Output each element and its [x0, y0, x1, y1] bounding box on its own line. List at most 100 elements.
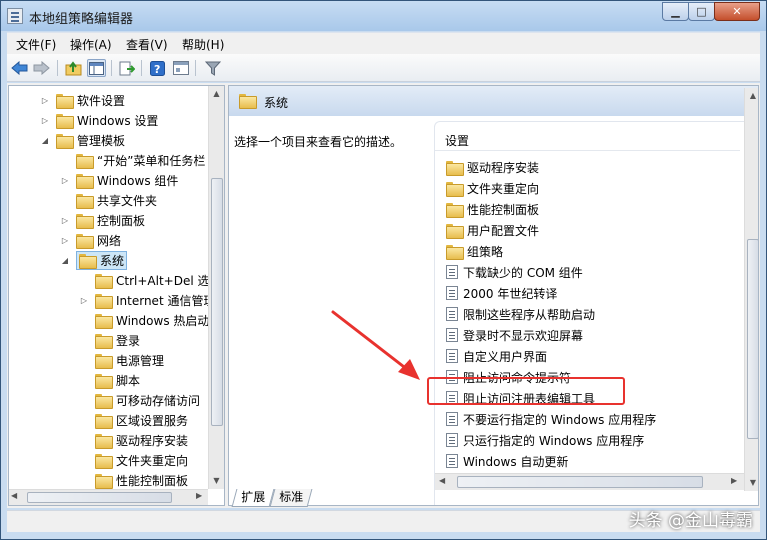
expand-triangle-icon[interactable]: ▷	[59, 236, 71, 245]
list-item-folder[interactable]: 组策略	[446, 241, 503, 261]
list-scroll-down-arrow-icon[interactable]: ▼	[745, 475, 758, 491]
expand-triangle-icon[interactable]: ▷	[78, 296, 90, 305]
export-list-button[interactable]	[117, 59, 136, 77]
tree-node[interactable]: ◢ 管理模板	[39, 130, 125, 150]
tree-node[interactable]: 文件夹重定向	[78, 450, 188, 470]
tree-node[interactable]: Windows 热启动	[78, 310, 209, 330]
back-arrow-icon	[11, 61, 28, 75]
list-item-label: Windows 自动更新	[463, 454, 569, 469]
tree-hscroll-thumb[interactable]	[27, 492, 172, 503]
list-item-policy[interactable]: 只运行指定的 Windows 应用程序	[446, 430, 644, 450]
list-item-label: 下载缺少的 COM 组件	[463, 265, 583, 280]
folder-icon	[95, 393, 113, 409]
title-bar[interactable]: 本地组策略编辑器 ▁ □ ✕	[1, 1, 766, 31]
folder-icon	[95, 453, 113, 469]
tree-node-label: 性能控制面板	[116, 473, 189, 488]
folder-icon	[79, 253, 97, 269]
menu-help[interactable]: 帮助(H)	[182, 36, 224, 53]
tree-node[interactable]: ▷ Windows 组件	[59, 170, 178, 190]
details-pane: 系统 选择一个项目来查看它的描述。 设置 驱动程序安装 文件夹重定向 性能控制面板用…	[228, 85, 759, 506]
expand-triangle-icon[interactable]: ▷	[59, 216, 71, 225]
tree-node-label: Windows 组件	[97, 173, 179, 188]
list-item-folder[interactable]: 用户配置文件	[446, 220, 539, 240]
list-scroll-left-arrow-icon[interactable]: ◀	[439, 476, 445, 485]
tree-node[interactable]: ▷ Windows 设置	[39, 110, 158, 130]
properties-button[interactable]	[171, 59, 190, 77]
expand-triangle-icon[interactable]: ▷	[39, 96, 51, 105]
collapse-triangle-icon[interactable]: ◢	[39, 136, 51, 145]
list-item-label: 组策略	[467, 244, 504, 259]
filter-button[interactable]	[203, 59, 222, 77]
list-vertical-scrollbar[interactable]: ▲ ▼	[744, 88, 758, 491]
close-button[interactable]: ✕	[714, 2, 760, 21]
forward-button[interactable]	[32, 59, 51, 77]
tree-node-label: 系统	[100, 253, 125, 268]
maximize-button[interactable]: □	[688, 2, 715, 21]
list-scroll-right-arrow-icon[interactable]: ▶	[731, 476, 737, 485]
tree-node[interactable]: Ctrl+Alt+Del 选项	[78, 270, 221, 290]
tree-node[interactable]: “开始”菜单和任务栏	[59, 150, 205, 170]
tree-node[interactable]: 性能控制面板	[78, 470, 188, 490]
menu-file[interactable]: 文件(F)	[16, 36, 56, 53]
list-scroll-thumb[interactable]	[747, 239, 758, 439]
scroll-down-arrow-icon[interactable]: ▼	[209, 473, 224, 489]
list-item-policy[interactable]: 登录时不显示欢迎屏幕	[446, 325, 583, 345]
app-icon	[7, 8, 23, 24]
expand-triangle-icon[interactable]: ▷	[39, 116, 51, 125]
collapse-triangle-icon[interactable]: ◢	[59, 256, 71, 265]
menu-view[interactable]: 查看(V)	[126, 36, 168, 53]
up-level-button[interactable]	[64, 59, 83, 77]
tree-node[interactable]: 脚本	[78, 370, 140, 390]
list-item-policy[interactable]: 下载缺少的 COM 组件	[446, 262, 583, 282]
list-item-policy[interactable]: 不要运行指定的 Windows 应用程序	[446, 409, 656, 429]
app-window: 本地组策略编辑器 ▁ □ ✕ 文件(F) 操作(A) 查看(V) 帮助(H) ?…	[0, 0, 767, 540]
tree-scroll-thumb[interactable]	[211, 178, 223, 426]
tree-node-label: Ctrl+Alt+Del 选项	[116, 273, 222, 288]
list-item-folder[interactable]: 性能控制面板	[446, 199, 539, 219]
tree-node[interactable]: ◢ 系统	[59, 250, 128, 270]
list-item-policy[interactable]: 自定义用户界面	[446, 346, 547, 366]
list-horizontal-scrollbar[interactable]: ◀ ▶	[435, 473, 744, 490]
tab-extended[interactable]: 扩展	[231, 489, 275, 507]
list-item-folder[interactable]: 驱动程序安装	[446, 157, 539, 177]
expand-triangle-icon[interactable]: ▷	[59, 176, 71, 185]
list-item-policy[interactable]: 2000 年世纪转译	[446, 283, 557, 303]
scroll-left-arrow-icon[interactable]: ◀	[11, 491, 17, 500]
toolbar: ?	[7, 54, 760, 82]
tree-node[interactable]: 可移动存储访问	[78, 390, 200, 410]
folder-icon	[446, 223, 464, 239]
column-header-settings[interactable]: 设置	[445, 132, 469, 149]
show-hide-console-tree-button[interactable]	[87, 59, 106, 77]
tree-node[interactable]: 共享文件夹	[59, 190, 157, 210]
tree-node[interactable]: 驱动程序安装	[78, 430, 188, 450]
folder-icon	[76, 153, 94, 169]
tree-vertical-scrollbar[interactable]: ▲ ▼	[208, 86, 224, 489]
close-icon: ✕	[732, 5, 742, 18]
tab-standard[interactable]: 标准	[269, 489, 313, 507]
tree-horizontal-scrollbar[interactable]: ◀ ▶	[9, 489, 208, 505]
list-item-policy[interactable]: Windows 自动更新	[446, 451, 568, 471]
tree-node[interactable]: ▷ 软件设置	[39, 90, 125, 110]
help-button[interactable]: ?	[148, 59, 167, 77]
list-item-folder[interactable]: 文件夹重定向	[446, 178, 539, 198]
back-button[interactable]	[10, 59, 29, 77]
tree-node-label: 驱动程序安装	[116, 433, 189, 448]
minimize-button[interactable]: ▁	[662, 2, 689, 21]
scroll-up-arrow-icon[interactable]: ▲	[209, 86, 224, 102]
tree-node[interactable]: ▷ 网络	[59, 230, 121, 250]
tree-node[interactable]: ▷ 控制面板	[59, 210, 145, 230]
tree-node[interactable]: 区域设置服务	[78, 410, 188, 430]
folder-icon	[95, 273, 113, 289]
forward-arrow-icon	[33, 61, 50, 75]
list-hscroll-thumb[interactable]	[457, 476, 703, 488]
menu-action[interactable]: 操作(A)	[70, 36, 112, 53]
tree-node[interactable]: 登录	[78, 330, 140, 350]
tree-node[interactable]: 电源管理	[78, 350, 164, 370]
tree-node[interactable]: ▷ Internet 通信管理	[78, 290, 215, 310]
list-scroll-up-arrow-icon[interactable]: ▲	[745, 88, 758, 104]
tree-node-label: 管理模板	[77, 133, 126, 148]
scroll-right-arrow-icon[interactable]: ▶	[196, 491, 202, 500]
folder-icon	[446, 160, 464, 176]
folder-icon	[446, 244, 464, 260]
list-item-policy[interactable]: 限制这些程序从帮助启动	[446, 304, 595, 324]
